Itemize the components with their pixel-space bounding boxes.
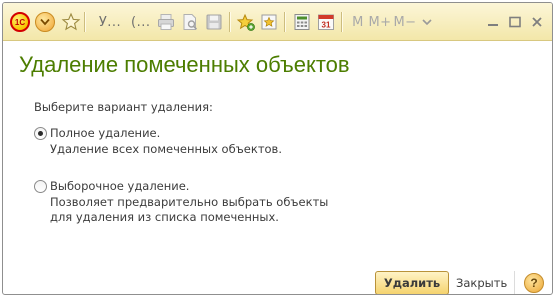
preview-button[interactable]: [180, 11, 200, 33]
add-to-favorites-button[interactable]: [61, 11, 81, 33]
toolbar-separator: [229, 12, 230, 32]
star-icon: [61, 12, 81, 31]
toolbar: 1С У... (... 31 M M+ M−: [3, 3, 552, 41]
memory-store-label: M: [352, 14, 364, 30]
dialog-window: 1С У... (... 31 M M+ M− Удаление помечен…: [2, 2, 553, 295]
print-button[interactable]: [156, 11, 176, 33]
toolbar-separator: [284, 12, 285, 32]
truncated-command-label: (...: [131, 14, 151, 30]
minimize-button[interactable]: [484, 11, 502, 33]
truncated-command-label: У...: [98, 14, 122, 30]
calculator-icon: [294, 14, 310, 30]
favorites-button[interactable]: [236, 11, 256, 33]
svg-text:31: 31: [322, 21, 331, 30]
delete-button[interactable]: Удалить: [375, 271, 449, 294]
footer-separator: [514, 271, 515, 294]
selective-deletion-description-line-1: Позволяет предварительно выбрать объекты: [50, 195, 329, 209]
maximize-icon: [509, 16, 521, 28]
app-menu-button[interactable]: 1С: [10, 11, 30, 33]
truncated-command-button-2[interactable]: (...: [131, 11, 157, 33]
toolbar-separator: [341, 12, 342, 32]
print-preview-icon: [183, 14, 198, 30]
selective-deletion-radio[interactable]: [34, 180, 47, 193]
full-deletion-radio[interactable]: [34, 127, 47, 140]
floppy-disk-icon: [206, 14, 222, 30]
memory-subtract-button[interactable]: M−: [393, 11, 417, 33]
page-title: Удаление помеченных объектов: [19, 52, 350, 77]
close-window-button[interactable]: [528, 11, 546, 33]
memory-add-label: M+: [368, 14, 392, 30]
memory-add-button[interactable]: M+: [368, 11, 392, 33]
bookmark-star-icon: [261, 14, 277, 30]
close-icon: [532, 17, 542, 27]
chevron-down-icon: [422, 19, 432, 26]
toolbar-separator: [84, 12, 85, 32]
maximize-button[interactable]: [506, 11, 524, 33]
navigation-menu-button[interactable]: [35, 11, 55, 33]
form-bookmark-button[interactable]: [259, 11, 279, 33]
more-commands-button[interactable]: [418, 11, 436, 33]
logo-1c-icon: 1С: [10, 12, 30, 32]
deletion-mode-prompt: Выберите вариант удаления:: [34, 100, 213, 114]
help-icon: ?: [530, 276, 538, 290]
calculator-button[interactable]: [292, 11, 312, 33]
selective-deletion-label[interactable]: Выборочное удаление.: [50, 179, 189, 194]
full-deletion-label[interactable]: Полное удаление.: [50, 126, 160, 141]
minimize-icon: [488, 24, 498, 26]
close-button[interactable]: Закрыть: [456, 276, 507, 290]
full-deletion-description: Удаление всех помеченных объектов.: [50, 142, 282, 156]
calendar-button[interactable]: 31: [316, 11, 336, 33]
selective-deletion-description-line-2: для удаления из списка помеченных.: [50, 210, 279, 224]
printer-icon: [158, 14, 174, 30]
memory-subtract-label: M−: [393, 14, 417, 30]
save-button[interactable]: [204, 11, 224, 33]
truncated-command-button-1[interactable]: У...: [91, 11, 129, 33]
favorites-star-icon: [236, 13, 255, 31]
calendar-icon: 31: [318, 14, 334, 30]
memory-store-button[interactable]: M: [350, 11, 366, 33]
help-button[interactable]: ?: [524, 273, 544, 293]
chevron-down-icon: [35, 12, 55, 32]
